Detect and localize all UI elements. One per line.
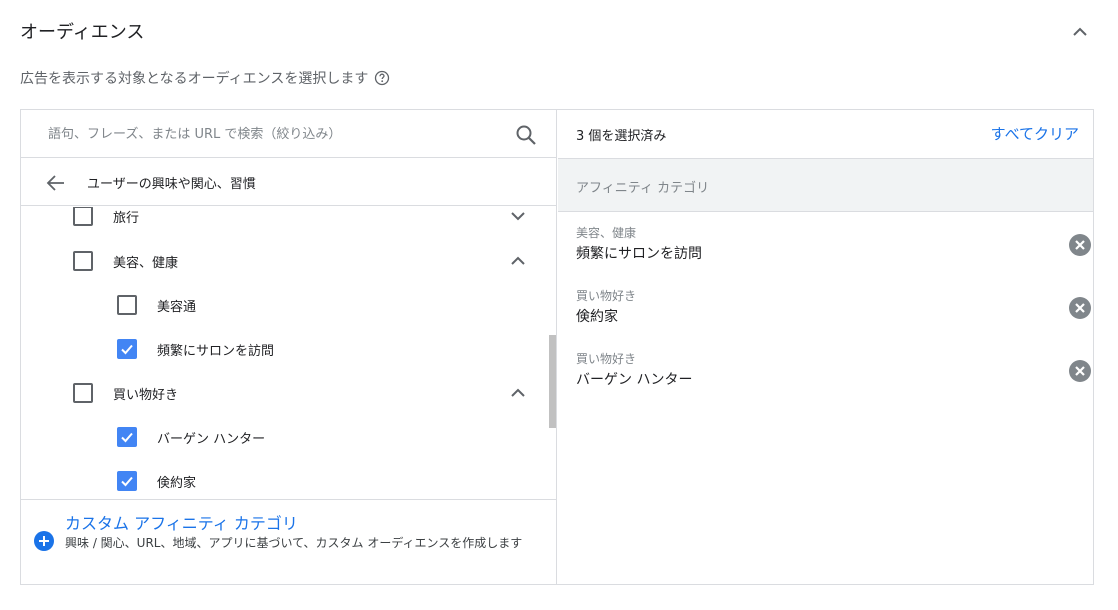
- tree-item-label: 倹約家: [157, 475, 197, 491]
- browse-pane: ユーザーの興味や関心、習慣 旅行 美容、健康 美容通 頻繁にサロンを訪: [21, 110, 557, 584]
- tree-item-beauty-health[interactable]: 美容、健康: [73, 241, 178, 281]
- tree-item-salon-visitors[interactable]: 頻繁にサロンを訪問: [117, 329, 274, 369]
- selected-item-parent: 買い物好き: [576, 289, 637, 303]
- search-icon[interactable]: [515, 124, 537, 146]
- tree-item-value-shoppers[interactable]: 倹約家: [117, 461, 196, 499]
- selected-item-name: 倹約家: [576, 309, 618, 325]
- tree-item-beauty-mavens[interactable]: 美容通: [117, 285, 196, 325]
- check-icon: [121, 432, 133, 443]
- section-title: オーディエンス: [20, 22, 145, 43]
- tree-item-label: 頻繁にサロンを訪問: [157, 343, 275, 359]
- arrow-back-icon[interactable]: [45, 172, 67, 194]
- check-icon: [121, 344, 133, 355]
- help-icon[interactable]: [374, 70, 390, 86]
- tree-item-label: 旅行: [113, 210, 140, 226]
- tree-item-shoppers[interactable]: 買い物好き: [73, 373, 178, 413]
- breadcrumb[interactable]: ユーザーの興味や関心、習慣: [87, 173, 256, 192]
- chevron-up-icon: [1073, 27, 1087, 36]
- checkbox-checked[interactable]: [117, 471, 137, 491]
- chevron-up-icon[interactable]: [507, 382, 529, 404]
- remove-icon[interactable]: [1068, 296, 1092, 320]
- category-label: アフィニティ カテゴリ: [576, 181, 710, 196]
- subtitle-text: 広告を表示する対象となるオーディエンスを選択します: [20, 71, 369, 87]
- checkbox[interactable]: [73, 383, 93, 403]
- audience-panel: ユーザーの興味や関心、習慣 旅行 美容、健康 美容通 頻繁にサロンを訪: [20, 109, 1094, 585]
- selected-item-parent: 美容、健康: [576, 226, 637, 240]
- tree-item-travel[interactable]: 旅行: [73, 207, 139, 236]
- category-header: アフィニティ カテゴリ: [558, 158, 1093, 212]
- checkbox-checked[interactable]: [117, 339, 137, 359]
- checkbox[interactable]: [117, 295, 137, 315]
- checkbox[interactable]: [73, 251, 93, 271]
- selected-item: 買い物好き 倹約家: [576, 287, 1091, 331]
- tree-item-label: バーゲン ハンター: [157, 431, 266, 447]
- remove-icon[interactable]: [1068, 359, 1092, 383]
- selected-item-parent: 買い物好き: [576, 352, 637, 366]
- selected-item-name: 頻繁にサロンを訪問: [576, 246, 702, 262]
- search-input[interactable]: [48, 122, 508, 146]
- checkbox-checked[interactable]: [117, 427, 137, 447]
- chevron-up-icon[interactable]: [507, 250, 529, 272]
- selected-item-name: バーゲン ハンター: [576, 372, 693, 388]
- selected-header: 3 個を選択済み すべてクリア: [558, 110, 1093, 158]
- check-icon: [121, 476, 133, 487]
- selected-pane: 3 個を選択済み すべてクリア アフィニティ カテゴリ 美容、健康 頻繁にサロン…: [558, 110, 1093, 584]
- clear-all-button[interactable]: すべてクリア: [991, 123, 1079, 144]
- tree-item-bargain-hunters[interactable]: バーゲン ハンター: [117, 417, 265, 457]
- tree-item-label: 買い物好き: [113, 387, 179, 403]
- selected-item: 買い物好き バーゲン ハンター: [576, 350, 1091, 394]
- tree-item-label: 美容、健康: [113, 255, 179, 271]
- checkbox[interactable]: [73, 207, 93, 226]
- collapse-button[interactable]: [1068, 22, 1092, 42]
- section-subtitle: 広告を表示する対象となるオーディエンスを選択します: [20, 68, 390, 88]
- custom-affinity-link[interactable]: カスタム アフィニティ カテゴリ: [65, 510, 298, 534]
- selected-count: 3 個を選択済み: [576, 129, 667, 144]
- tree-item-label: 美容通: [157, 299, 197, 315]
- back-row: ユーザーの興味や関心、習慣: [21, 158, 557, 206]
- custom-affinity-description: 興味 / 関心、URL、地域、アプリに基づいて、カスタム オーディエンスを作成し…: [65, 536, 523, 550]
- chevron-down-icon[interactable]: [507, 207, 529, 227]
- search-row: [21, 110, 557, 158]
- selected-item: 美容、健康 頻繁にサロンを訪問: [576, 224, 1091, 268]
- add-circle-icon[interactable]: [33, 530, 55, 552]
- remove-icon[interactable]: [1068, 233, 1092, 257]
- scrollbar-thumb[interactable]: [549, 335, 556, 428]
- category-tree: 旅行 美容、健康 美容通 頻繁にサロンを訪問 買い物好き バーゲン ハンター 倹…: [21, 207, 557, 499]
